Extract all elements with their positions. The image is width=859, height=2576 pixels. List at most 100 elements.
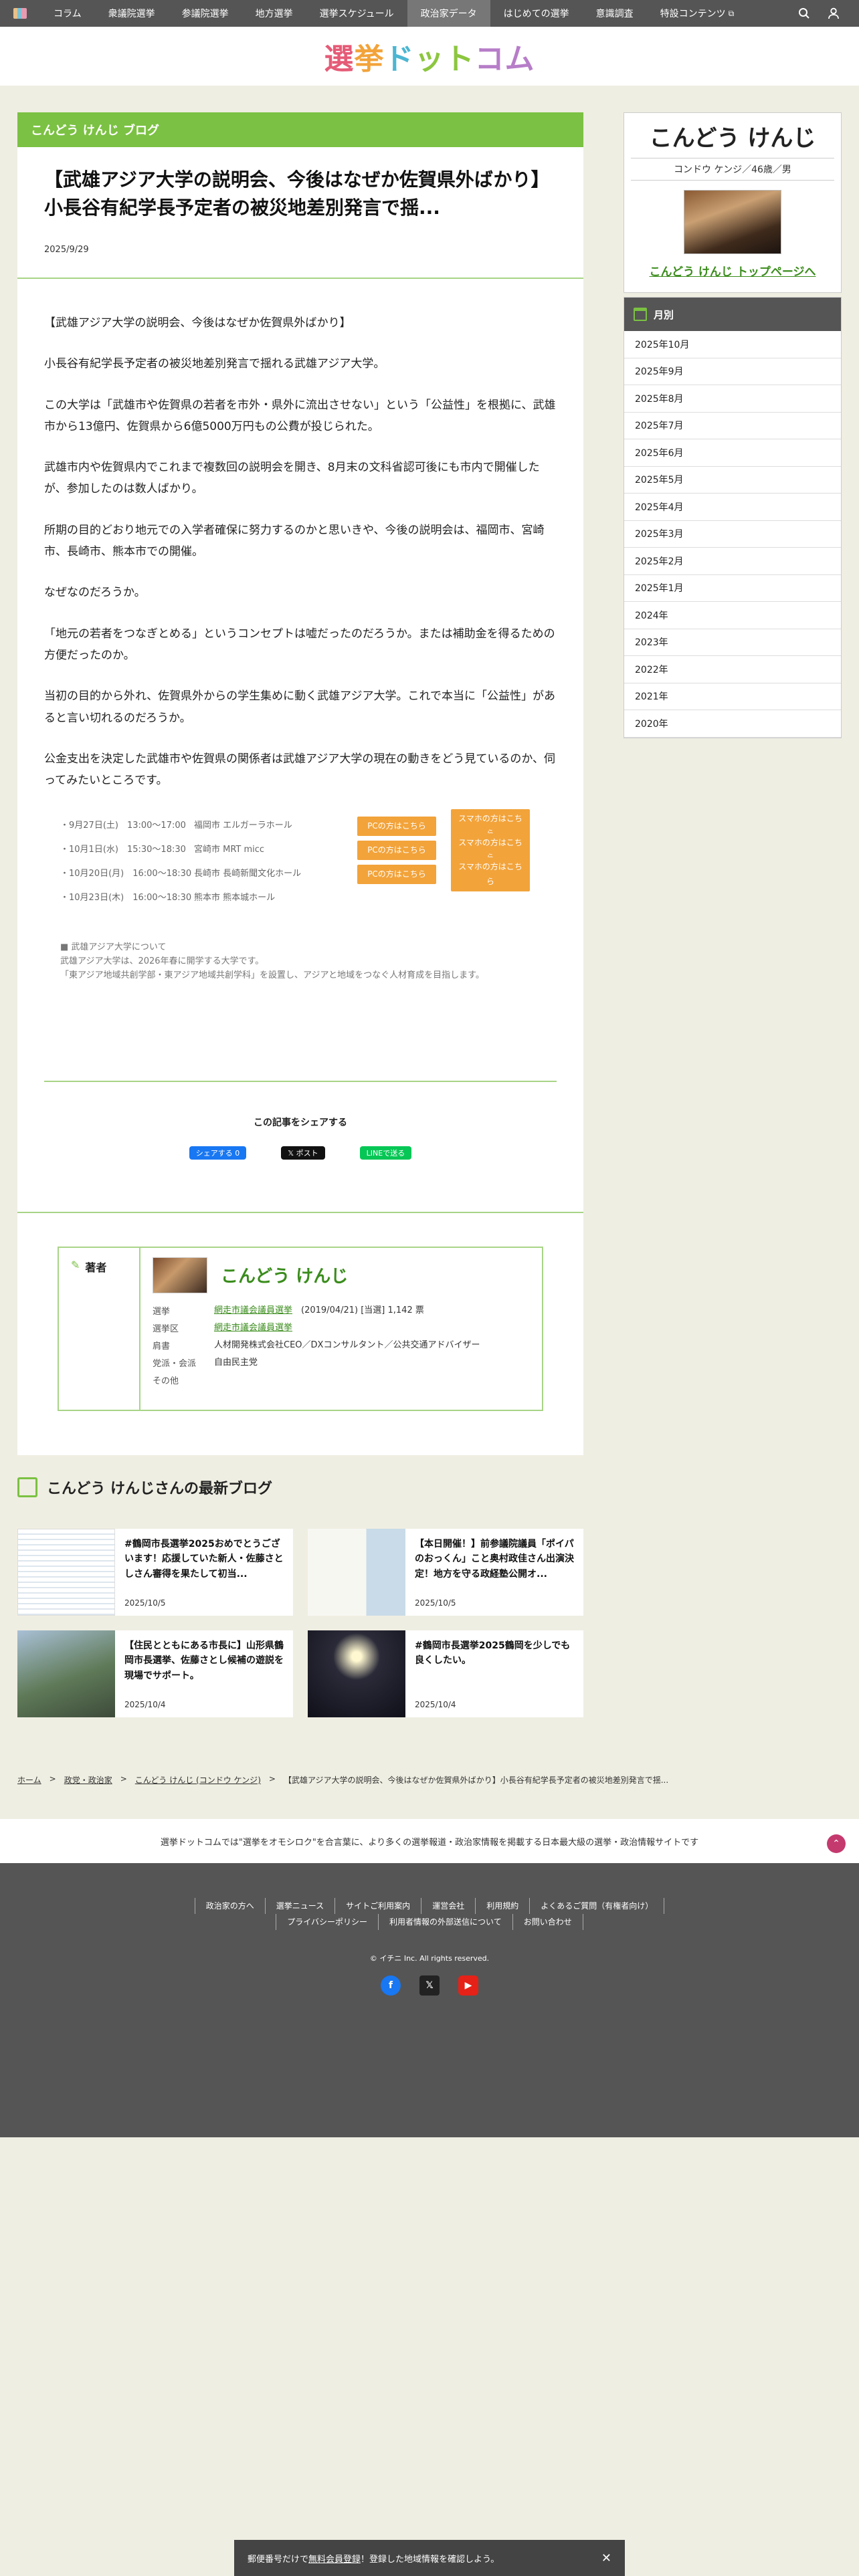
monthly-archive-title: 月別 bbox=[654, 308, 674, 321]
election-link[interactable]: 網走市議会議員選挙 bbox=[214, 1305, 292, 1315]
blog-card[interactable]: 【住民とともにある市長に】山形県鶴岡市長選挙、佐藤さとし候補の遊説を現場でサポー… bbox=[17, 1630, 293, 1717]
footer-link[interactable]: よくあるご質問（有権者向け） bbox=[529, 1898, 665, 1914]
footer-link[interactable]: 運営会社 bbox=[421, 1898, 475, 1914]
nav-sangiin[interactable]: 参議院選挙 bbox=[169, 0, 242, 27]
line-share-button[interactable]: LINEで送る bbox=[359, 1146, 412, 1160]
blog-card[interactable]: #鶴岡市長選挙2025鶴岡を少しでも良くしたい。 2025/10/4 bbox=[308, 1630, 583, 1717]
month-link[interactable]: 2025年7月 bbox=[624, 413, 841, 439]
blog-card-title: #鶴岡市長選挙2025鶴岡を少しでも良くしたい。 bbox=[415, 1640, 571, 1667]
row-key: 党派・会派 bbox=[153, 1358, 197, 1369]
month-link[interactable]: 2025年1月 bbox=[624, 575, 841, 602]
blog-card-date: 2025/10/5 bbox=[124, 1598, 166, 1608]
blog-label: こんどう けんじ ブログ bbox=[17, 112, 583, 147]
footer-link[interactable]: お問い合わせ bbox=[512, 1914, 583, 1930]
month-link[interactable]: 2025年2月 bbox=[624, 548, 841, 575]
breadcrumb: ホーム > 政党・政治家 > こんどう けんじ (コンドウ ケンジ) > 【武雄アジア… bbox=[17, 1774, 668, 1786]
author-title: 人材開発株式会社CEO／DXコンサルタント／公共交通アドバイザー bbox=[214, 1339, 480, 1350]
nav-shugiin[interactable]: 衆議院選挙 bbox=[95, 0, 169, 27]
x-icon[interactable]: 𝕏 bbox=[419, 1975, 440, 1996]
blog-thumbnail bbox=[17, 1529, 115, 1616]
district-link[interactable]: 網走市議会議員選挙 bbox=[214, 1323, 292, 1333]
breadcrumb-home[interactable]: ホーム bbox=[17, 1774, 41, 1786]
register-banner: 郵便番号だけで 無料会員登録 ！登録した地域情報を確認しよう。 ✕ bbox=[234, 2540, 625, 2576]
youtube-icon[interactable]: ▶ bbox=[458, 1975, 478, 1996]
blog-list-icon bbox=[17, 1477, 37, 1497]
home-icon[interactable] bbox=[0, 0, 40, 27]
breadcrumb-party[interactable]: 政党・政治家 bbox=[64, 1774, 112, 1786]
site-logo[interactable]: 選挙ドットコム bbox=[324, 35, 535, 78]
footer-link[interactable]: 選挙ニュース bbox=[264, 1898, 335, 1914]
month-link[interactable]: 2025年10月 bbox=[624, 331, 841, 358]
author-row-party: 党派・会派 自由民主党 bbox=[153, 1354, 530, 1371]
register-banner-pre: 郵便番号だけで bbox=[248, 2554, 309, 2565]
author-row-district: 選挙区 網走市議会議員選挙 bbox=[153, 1319, 530, 1336]
facebook-share-button[interactable]: シェアする 0 bbox=[189, 1146, 247, 1160]
author-party: 自由民主党 bbox=[214, 1357, 258, 1368]
month-link[interactable]: 2025年3月 bbox=[624, 521, 841, 548]
x-post-button[interactable]: 𝕏 ポスト bbox=[281, 1146, 325, 1160]
pc-apply-button[interactable]: PCの方はこちら bbox=[357, 865, 436, 884]
pc-apply-button[interactable]: PCの方はこちら bbox=[357, 841, 436, 860]
month-link[interactable]: 2025年4月 bbox=[624, 494, 841, 521]
breadcrumb-politician[interactable]: こんどう けんじ (コンドウ ケンジ) bbox=[135, 1774, 261, 1786]
share-section: この記事をシェアする シェアする 0 𝕏 ポスト LINEで送る bbox=[44, 1080, 557, 1160]
footer-link[interactable]: 利用規約 bbox=[475, 1898, 529, 1914]
search-icon[interactable] bbox=[792, 0, 816, 27]
register-link[interactable]: 無料会員登録 bbox=[308, 2552, 361, 2565]
month-link[interactable]: 2025年5月 bbox=[624, 467, 841, 494]
back-to-top-button[interactable]: ⌃ bbox=[827, 1834, 846, 1853]
nav-column[interactable]: コラム bbox=[40, 0, 95, 27]
blog-card[interactable]: #鶴岡市長選挙2025おめでとうございます！応援していた新人・佐藤さとしさん審得… bbox=[17, 1529, 293, 1616]
year-link[interactable]: 2020年 bbox=[624, 710, 841, 738]
logo-char: 挙 bbox=[354, 42, 385, 76]
facebook-icon[interactable]: f bbox=[381, 1975, 401, 1996]
article-paragraph: 小長谷有紀学長予定者の被災地差別発言で揺れる武雄アジア大学。 bbox=[44, 357, 385, 371]
profile-photo[interactable] bbox=[684, 190, 781, 254]
profile-top-link[interactable]: こんどう けんじ トップページへ bbox=[624, 262, 841, 279]
month-link[interactable]: 2025年8月 bbox=[624, 385, 841, 413]
month-link[interactable]: 2025年9月 bbox=[624, 358, 841, 385]
article-title: 【武雄アジア大学の説明会、今後はなぜか佐賀県外ばかり】小長谷有紀学長予定者の被災… bbox=[44, 169, 550, 219]
sp-apply-button[interactable]: スマホの方はこちら bbox=[451, 857, 530, 892]
pc-apply-button[interactable]: PCの方はこちら bbox=[357, 817, 436, 836]
author-tag-label: 著者 bbox=[85, 1261, 107, 1274]
user-icon[interactable] bbox=[822, 0, 846, 27]
copyright: © イチニ Inc. All rights reserved. bbox=[369, 1954, 490, 1963]
register-banner-post: ！登録した地域情報を確認しよう。 bbox=[361, 2554, 500, 2565]
nav-special[interactable]: 特設コンテンツ ⧉ bbox=[647, 0, 748, 27]
article-paragraph: なぜなのだろうか。 bbox=[44, 586, 146, 600]
year-link[interactable]: 2023年 bbox=[624, 629, 841, 656]
note-line: 武雄アジア大学は、2026年春に開学する大学です。 bbox=[60, 956, 264, 967]
footer-link[interactable]: サイトご利用案内 bbox=[335, 1898, 421, 1914]
row-key: 選挙区 bbox=[153, 1323, 179, 1334]
event-list: ・9月27日(土) 13:00〜17:00 福岡市 エルガーラホール PCの方は… bbox=[60, 809, 557, 910]
event-row: ・10月20日(月) 16:00〜18:30 長崎市 長崎新聞文化ホール PCの… bbox=[60, 857, 557, 892]
month-link[interactable]: 2025年6月 bbox=[624, 439, 841, 467]
article-paragraph: 「地元の若者をつなぎとめる」というコンセプトは嘘だったのだろうか。または補助金を… bbox=[44, 627, 555, 662]
nav-politician-data[interactable]: 政治家データ bbox=[407, 0, 490, 27]
footer-links: 政治家の方へ 選挙ニュース サイトご利用案内 運営会社 利用規約 よくあるご質問… bbox=[0, 1898, 859, 1930]
share-title: この記事をシェアする bbox=[254, 1117, 347, 1128]
footer-link[interactable]: 利用者情報の外部送信について bbox=[378, 1914, 512, 1930]
author-photo[interactable] bbox=[153, 1257, 207, 1293]
year-link[interactable]: 2024年 bbox=[624, 602, 841, 629]
year-link[interactable]: 2021年 bbox=[624, 683, 841, 710]
nav-first-election[interactable]: はじめての選挙 bbox=[490, 0, 583, 27]
year-link[interactable]: 2022年 bbox=[624, 656, 841, 683]
author-name[interactable]: こんどう けんじ bbox=[221, 1263, 348, 1287]
footer-link[interactable]: プライバシーポリシー bbox=[276, 1914, 378, 1930]
event-date: ・9月27日(土) 13:00〜17:00 bbox=[60, 821, 186, 831]
nav-local[interactable]: 地方選挙 bbox=[242, 0, 306, 27]
nav-survey[interactable]: 意識調査 bbox=[583, 0, 647, 27]
nav-schedule[interactable]: 選挙スケジュール bbox=[306, 0, 407, 27]
row-key: 選挙 bbox=[153, 1306, 171, 1317]
close-icon[interactable]: ✕ bbox=[601, 2551, 611, 2565]
university-note: ■ 武雄アジア大学について 武雄アジア大学は、2026年春に開学する大学です。 … bbox=[60, 941, 557, 982]
logo-char: コム bbox=[474, 42, 535, 76]
note-line: ■ 武雄アジア大学について bbox=[60, 942, 167, 953]
footer-link[interactable]: 政治家の方へ bbox=[194, 1898, 265, 1914]
event-date: ・10月23日(木) 16:00〜18:30 bbox=[60, 893, 192, 903]
blog-card[interactable]: 【本日開催！】前参議院議員「ポイパのおっくん」こと奥村政佳さん出演決定！地方を守… bbox=[308, 1529, 583, 1616]
row-key: 肩書 bbox=[153, 1341, 171, 1352]
event-place: 長崎市 長崎新聞文化ホール bbox=[194, 869, 302, 879]
